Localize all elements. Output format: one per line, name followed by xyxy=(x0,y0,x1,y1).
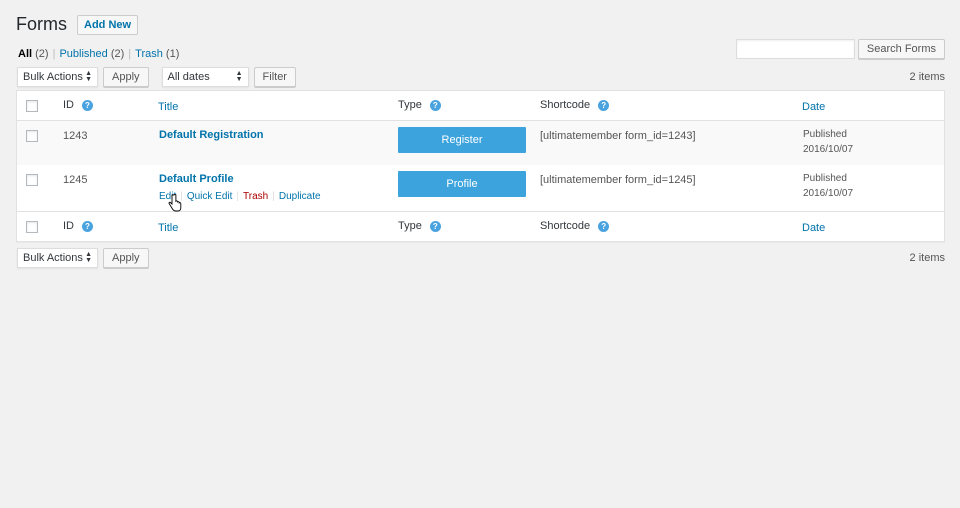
page-header: Forms Add New xyxy=(16,14,139,35)
table-row: 1245 Default Profile Edit | Quick Edit |… xyxy=(17,165,944,211)
row-id: 1245 xyxy=(63,174,88,186)
hand-pointer-icon xyxy=(168,194,182,212)
column-title-sort[interactable]: Title xyxy=(158,101,178,113)
row-actions: Edit | Quick Edit | Trash | Duplicate xyxy=(159,191,321,202)
view-published-link[interactable]: Published (2) xyxy=(59,48,124,60)
select-all-checkbox[interactable] xyxy=(26,221,38,233)
forms-table: ID? Title Type? Shortcode? Date 1243 Def… xyxy=(16,90,945,242)
table-row: 1243 Default Registration Register [ulti… xyxy=(17,121,944,165)
tablenav-top: Bulk Actions ▲ ▼ Apply All dates ▲ ▼ Filte… xyxy=(17,67,296,87)
view-all-link[interactable]: All (2) xyxy=(18,48,49,60)
type-register-button[interactable]: Register xyxy=(398,127,526,153)
table-footer-row: ID? Title Type? Shortcode? Date xyxy=(17,211,944,241)
row-title-link[interactable]: Default Registration xyxy=(159,129,264,141)
column-type: Type? xyxy=(398,220,441,232)
dates-select[interactable]: All dates ▲ ▼ xyxy=(161,67,249,87)
column-id: ID? xyxy=(63,220,93,232)
trash-link[interactable]: Trash xyxy=(243,191,268,202)
row-id: 1243 xyxy=(63,130,88,142)
bulk-actions-select[interactable]: Bulk Actions ▲ ▼ xyxy=(17,248,98,268)
view-trash-link[interactable]: Trash (1) xyxy=(135,48,179,60)
items-count: 2 items xyxy=(909,71,945,83)
table-header-row: ID? Title Type? Shortcode? Date xyxy=(17,91,944,121)
row-date: Published 2016/10/07 xyxy=(803,129,854,155)
row-date: Published 2016/10/07 xyxy=(803,173,854,199)
row-title-link[interactable]: Default Profile xyxy=(159,173,321,185)
select-arrows-icon: ▲ ▼ xyxy=(85,251,92,264)
quick-edit-link[interactable]: Quick Edit xyxy=(187,191,233,202)
column-date-sort[interactable]: Date xyxy=(802,101,825,113)
help-circle-icon[interactable]: ? xyxy=(429,99,441,111)
duplicate-link[interactable]: Duplicate xyxy=(279,191,321,202)
type-profile-button[interactable]: Profile xyxy=(398,171,526,197)
filter-button[interactable]: Filter xyxy=(253,67,296,87)
tablenav-bottom: Bulk Actions ▲ ▼ Apply xyxy=(17,248,149,268)
row-checkbox[interactable] xyxy=(26,130,38,142)
column-title-sort[interactable]: Title xyxy=(158,222,178,234)
column-id: ID? xyxy=(63,99,93,111)
row-title-cell: Default Profile Edit | Quick Edit | Tras… xyxy=(159,173,321,202)
apply-button[interactable]: Apply xyxy=(103,67,149,87)
column-date-sort[interactable]: Date xyxy=(802,222,825,234)
column-shortcode: Shortcode? xyxy=(540,99,610,111)
select-arrows-icon: ▲ ▼ xyxy=(85,70,92,83)
row-shortcode: [ultimatemember form_id=1245] xyxy=(540,174,696,186)
search-input[interactable] xyxy=(735,39,855,59)
row-checkbox[interactable] xyxy=(26,174,38,186)
select-arrows-icon: ▲ ▼ xyxy=(235,70,243,83)
search-box: Search Forms xyxy=(735,39,945,59)
bulk-actions-select[interactable]: Bulk Actions ▲ ▼ xyxy=(17,67,98,87)
page-title: Forms xyxy=(16,14,67,34)
add-new-button[interactable]: Add New xyxy=(77,14,139,35)
search-forms-button[interactable]: Search Forms xyxy=(857,39,945,59)
help-circle-icon[interactable]: ? xyxy=(598,220,610,232)
row-shortcode: [ultimatemember form_id=1243] xyxy=(540,130,696,142)
help-circle-icon[interactable]: ? xyxy=(82,99,93,111)
items-count: 2 items xyxy=(909,252,945,264)
apply-button[interactable]: Apply xyxy=(103,248,149,268)
help-circle-icon[interactable]: ? xyxy=(429,220,441,232)
help-circle-icon[interactable]: ? xyxy=(82,220,93,232)
column-type: Type? xyxy=(398,99,441,111)
column-shortcode: Shortcode? xyxy=(540,220,610,232)
help-circle-icon[interactable]: ? xyxy=(598,99,610,111)
select-all-checkbox[interactable] xyxy=(26,100,38,112)
status-views: All (2) | Published (2) | Trash (1) xyxy=(18,48,180,60)
